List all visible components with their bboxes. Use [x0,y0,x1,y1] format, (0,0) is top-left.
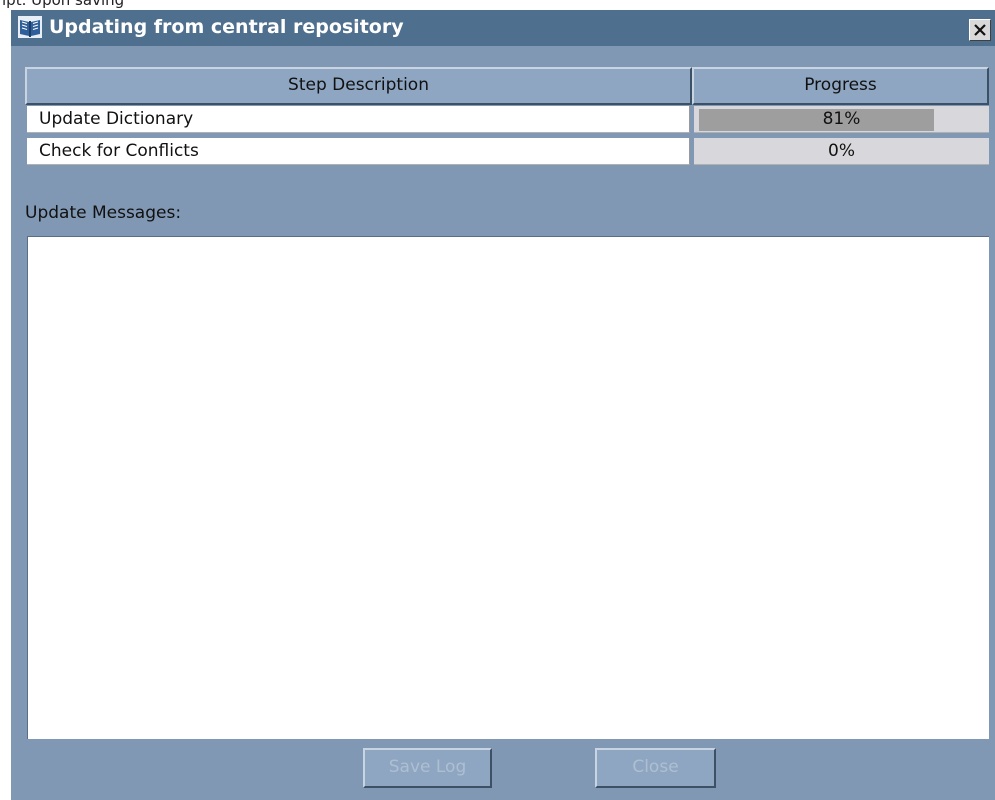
update-dialog: Updating from central repository Step De… [10,9,995,800]
save-log-button[interactable]: Save Log [363,748,492,788]
table-row-step[interactable]: Check for Conflicts [27,138,690,165]
update-messages-label: Update Messages: [25,203,182,223]
title-bar[interactable]: Updating from central repository [11,10,995,46]
open-book-icon [18,16,42,38]
close-window-button[interactable] [969,19,991,41]
close-button[interactable]: Close [595,748,716,788]
background-page-text-strip: ipt. Upon saving [0,0,995,9]
progress-label: 81% [822,109,861,129]
update-messages-log[interactable] [27,236,989,739]
progress-bar: 0% [694,138,989,165]
progress-label: 0% [828,141,855,161]
table-row-step[interactable]: Update Dictionary [27,106,690,133]
background-page-text: ipt. Upon saving [2,0,125,9]
window-title: Updating from central repository [49,16,404,38]
column-header-step-description[interactable]: Step Description [25,67,692,105]
column-header-progress[interactable]: Progress [692,67,989,105]
progress-bar: 81% [694,106,989,133]
